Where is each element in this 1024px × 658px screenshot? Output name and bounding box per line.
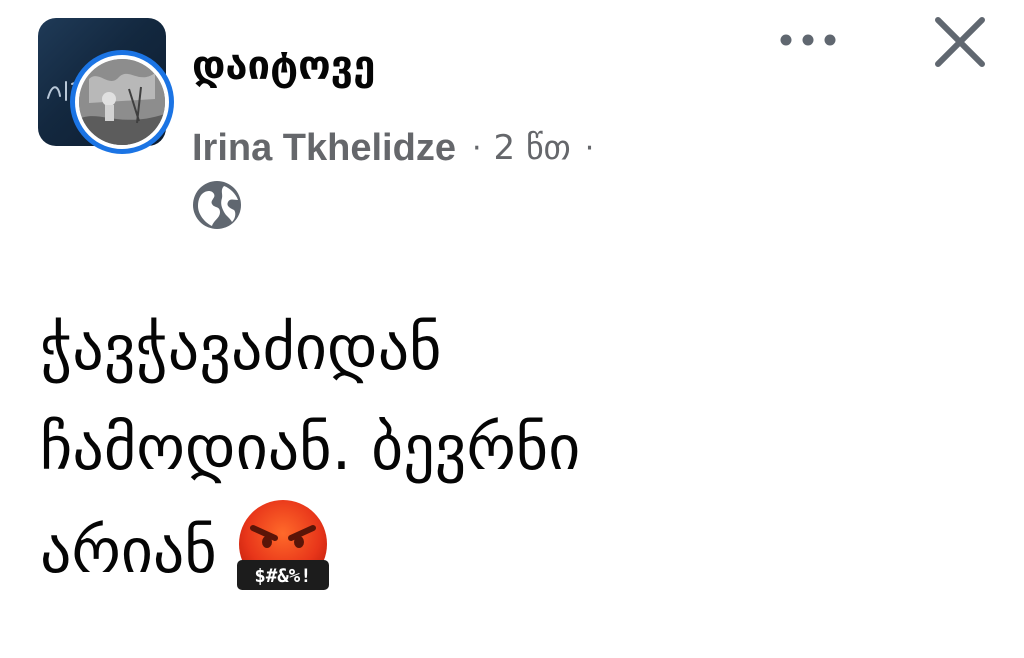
author-name[interactable]: Irina Tkhelidze — [192, 127, 456, 170]
post-timestamp[interactable]: 2 წთ — [494, 128, 571, 168]
emoji-symbols: $#&%! — [254, 565, 311, 587]
group-name[interactable]: დაიტოვე — [192, 36, 375, 96]
post-body: ჭავჭავაძიდან ჩამოდიან. ბევრნი არიან $#&%… — [40, 298, 1000, 601]
face-with-symbols-on-mouth-icon: $#&%! — [231, 498, 335, 594]
meta-separator: · — [584, 130, 595, 166]
author-avatar-image — [75, 55, 169, 149]
post-text-line: არიან — [40, 514, 217, 587]
more-horizontal-icon — [776, 32, 840, 52]
meta-separator: · — [471, 130, 482, 166]
close-icon — [933, 15, 987, 73]
post-meta: Irina Tkhelidze · 2 წთ · — [192, 120, 594, 176]
post-text-line: ჩამოდიან. ბევრნი — [40, 411, 581, 484]
author-avatar[interactable] — [70, 50, 174, 154]
post-text-line: ჭავჭავაძიდან — [40, 311, 442, 384]
globe-icon[interactable] — [190, 178, 244, 232]
more-options-button[interactable] — [770, 20, 846, 64]
close-button[interactable] — [928, 12, 992, 76]
post-text-line-last: არიან $#&%! — [40, 498, 1000, 601]
